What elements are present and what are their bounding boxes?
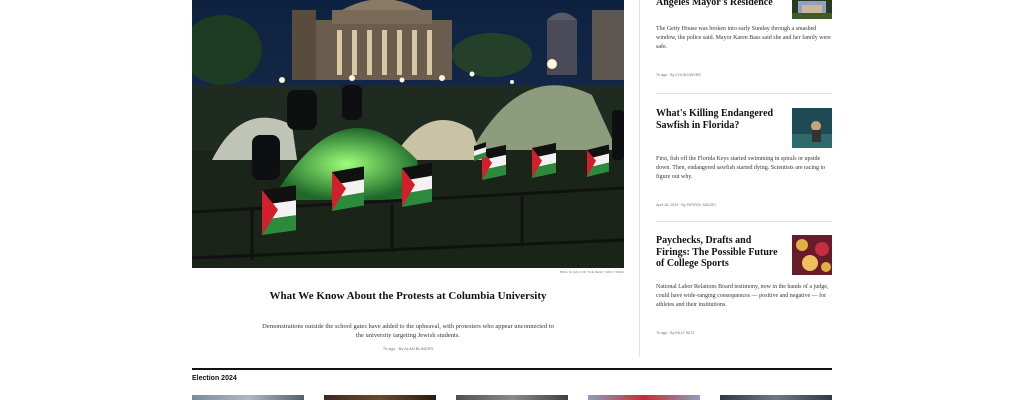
story-sawfish[interactable]: What's Killing Endangered Sawfish in Flo… [656,108,832,208]
story-separator [656,93,832,94]
story-getty-house[interactable]: Angeles Mayor's Residence The Getty Hous… [656,0,832,87]
story-byline: 7h ago · By BILLY WITZ [656,331,695,335]
story-byline: 7h ago · By COLIN DWYER [656,73,701,77]
residence-thumbnail-image [792,0,832,19]
story-title[interactable]: What's Killing Endangered Sawfish in Flo… [656,108,784,131]
story-thumbnail[interactable] [792,108,832,148]
story-title[interactable]: Paychecks, Drafts and Firings: The Possi… [656,235,784,270]
lead-headline[interactable]: What We Know About the Protests at Colum… [260,290,556,303]
election-story-image[interactable] [192,395,304,400]
story-thumbnail[interactable] [792,235,832,275]
section-label-election[interactable]: Election 2024 [192,375,237,382]
story-title[interactable]: Angeles Mayor's Residence [656,0,784,9]
protest-encampment-photo [192,0,624,268]
section-rule [192,368,832,370]
election-story-image[interactable] [324,395,436,400]
lead-summary: Demonstrations outside the school gates … [262,323,554,339]
college-sports-thumbnail-image [792,235,832,275]
sawfish-thumbnail-image [792,108,832,148]
news-homepage: BING GUAN FOR THE NEW YORK TIMES What We… [0,0,1024,400]
story-summary: National Labor Relations Board testimony… [656,284,829,308]
election-story-image[interactable] [456,395,568,400]
column-divider [639,0,640,357]
photo-credit: BING GUAN FOR THE NEW YORK TIMES [559,270,624,274]
story-college-sports[interactable]: Paychecks, Drafts and Firings: The Possi… [656,235,832,345]
story-summary: First, fish off the Florida Keys started… [656,156,826,180]
lead-byline: 7h ago · By ALAN BLINDER [382,346,434,351]
story-summary: The Getty House was broken into early Su… [656,26,831,50]
lead-photo[interactable] [192,0,624,268]
story-thumbnail[interactable] [792,0,832,19]
election-story-image[interactable] [588,395,700,400]
election-story-image[interactable] [720,395,832,400]
story-byline: April 18, 2024 · By PATRICK MAZZEI [656,203,716,207]
story-separator [656,221,832,222]
